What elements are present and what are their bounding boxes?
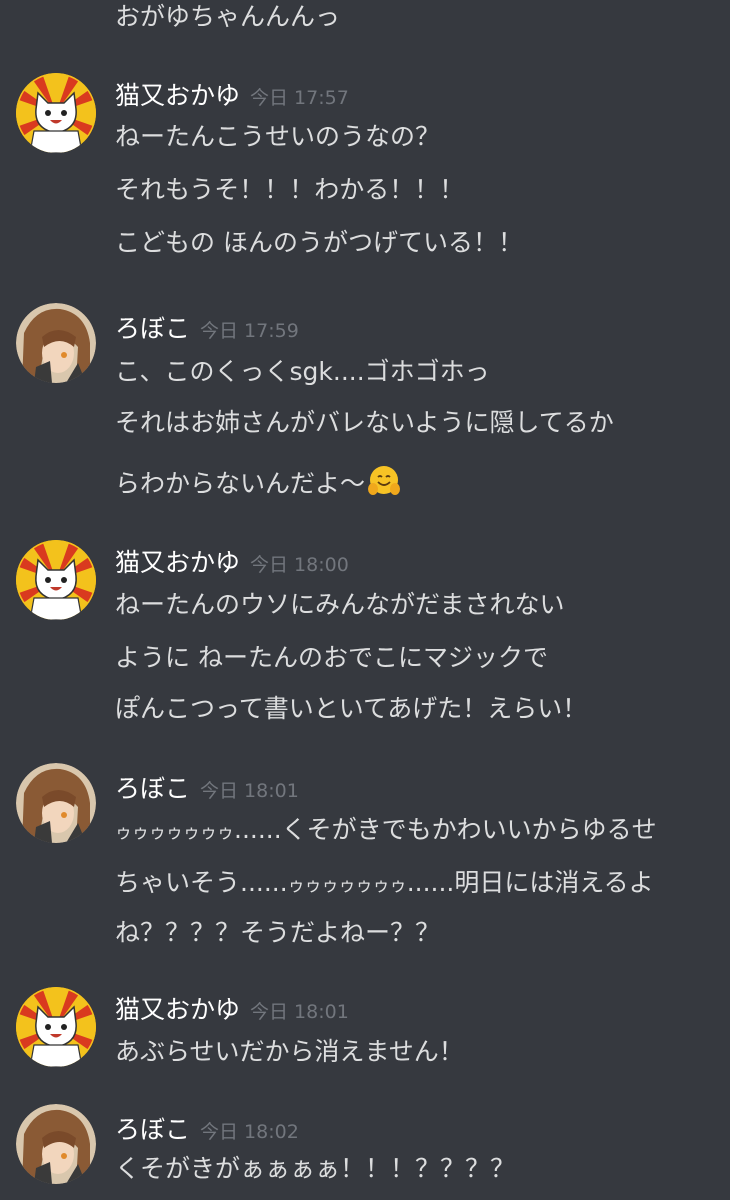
- message-line: あぶらせいだから消えません！: [115, 1037, 464, 1066]
- message-text: ゥゥゥゥゥゥゥ: [115, 823, 234, 843]
- timestamp: 今日 17:57: [250, 87, 349, 109]
- roboco-avatar-image: [16, 763, 96, 843]
- message-text: ......明日には消えるよ: [406, 868, 654, 897]
- message-line: ゥゥゥゥゥゥゥ......くそがきでもかわいいからゆるせ: [115, 815, 657, 848]
- message-header: 猫又おかゆ 今日 17:57: [115, 80, 349, 112]
- roboco-avatar-image: [16, 1104, 96, 1184]
- message-text: ゥゥゥゥゥゥゥ: [287, 876, 407, 896]
- message-line: ちゃいそう......ゥゥゥゥゥゥゥ......明日には消えるよ: [115, 868, 654, 901]
- message-header: ろぼこ 今日 17:59: [115, 313, 299, 345]
- message-line: ね？？？？そうだよねー？？: [115, 918, 440, 948]
- username[interactable]: ろぼこ: [115, 314, 190, 343]
- message-line: それはお姉さんがバレないように隠してるか: [115, 408, 614, 437]
- message-line: らわからないんだよ〜: [115, 464, 401, 499]
- timestamp: 今日 17:59: [200, 320, 299, 342]
- message-line: それもうそ！！！わかる！！！: [115, 175, 465, 204]
- roboco-avatar-image: [16, 303, 96, 383]
- message-line: こどもの ほんのうがつげている！！: [115, 228, 523, 257]
- message-text: ちゃいそう......: [115, 868, 288, 897]
- cat-avatar-image: [16, 987, 96, 1067]
- cat-avatar-image: [16, 540, 96, 620]
- roboco-avatar[interactable]: [16, 303, 96, 383]
- cat-avatar[interactable]: [16, 540, 96, 620]
- username[interactable]: 猫又おかゆ: [115, 81, 240, 110]
- cat-avatar-image: [16, 73, 96, 153]
- cat-avatar[interactable]: [16, 987, 96, 1067]
- username[interactable]: ろぼこ: [115, 774, 190, 803]
- roboco-avatar[interactable]: [16, 1104, 96, 1184]
- username[interactable]: 猫又おかゆ: [115, 995, 240, 1024]
- message-line: ように ねーたんのおでこにマジックで: [115, 643, 548, 672]
- message-line: ぽんこつって書いといてあげた！えらい！: [115, 694, 588, 723]
- message-line: こ、このくっくsgk....ゴホゴホっ: [115, 357, 490, 386]
- timestamp: 今日 18:00: [250, 554, 349, 576]
- message-line: おがゆちゃんんんっ: [115, 2, 341, 31]
- timestamp: 今日 18:01: [200, 780, 299, 802]
- message-text: ね？？？？そうだよねー？？: [115, 918, 441, 947]
- roboco-avatar[interactable]: [16, 763, 96, 843]
- hugging-face-emoji: [368, 466, 401, 495]
- username[interactable]: ろぼこ: [115, 1115, 190, 1144]
- message-header: 猫又おかゆ 今日 18:00: [115, 547, 349, 579]
- message-line: ねーたんのウソにみんながだまされない: [115, 590, 565, 619]
- message-header: 猫又おかゆ 今日 18:01: [115, 994, 349, 1026]
- message-header: ろぼこ 今日 18:02: [115, 1114, 299, 1146]
- message-line: くそがきがぁぁぁぁ！！！？？？？: [115, 1154, 516, 1183]
- message-line: ねーたんこうせいのうなの？: [115, 122, 441, 151]
- timestamp: 今日 18:02: [200, 1121, 299, 1143]
- username[interactable]: 猫又おかゆ: [115, 548, 240, 577]
- message-text: らわからないんだよ〜: [115, 469, 366, 498]
- timestamp: 今日 18:01: [250, 1001, 349, 1023]
- message-header: ろぼこ 今日 18:01: [115, 773, 299, 805]
- cat-avatar[interactable]: [16, 73, 96, 153]
- message-text: ......くそがきでもかわいいからゆるせ: [234, 815, 657, 844]
